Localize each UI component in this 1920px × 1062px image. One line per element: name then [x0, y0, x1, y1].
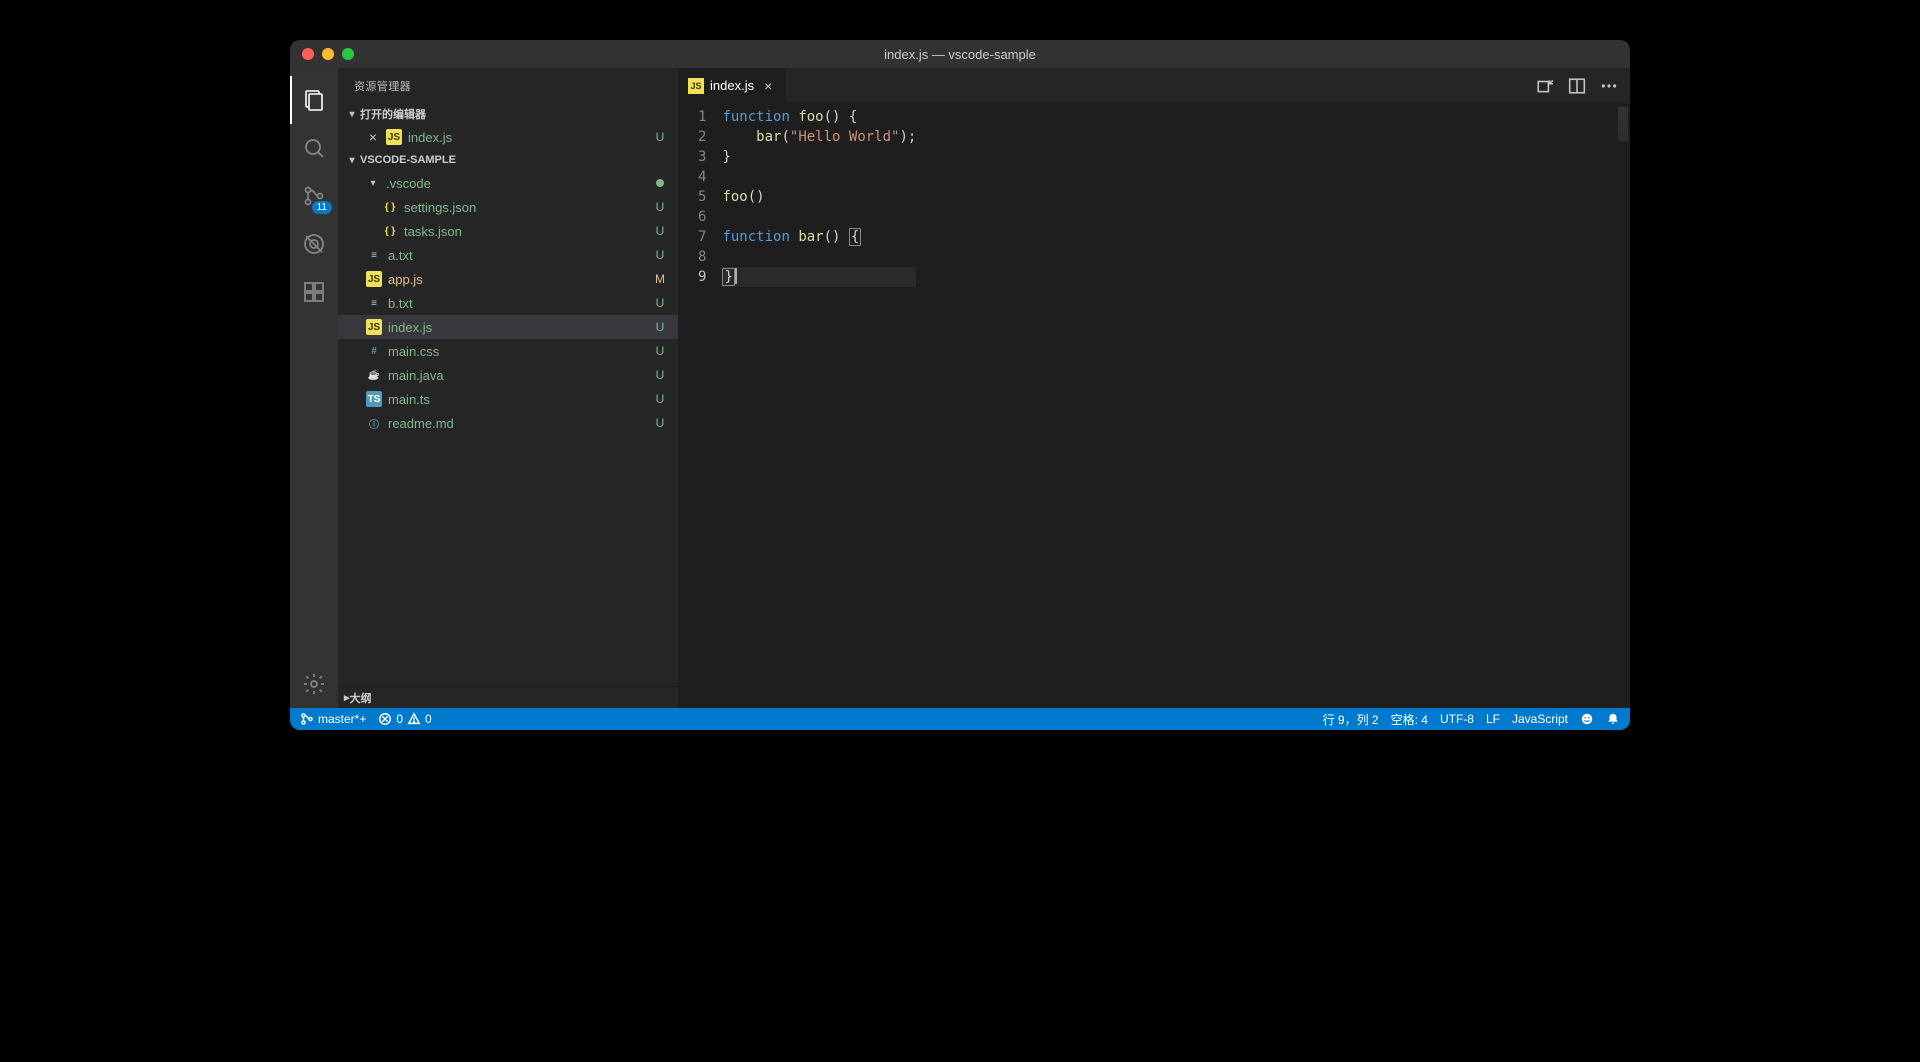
explorer-icon[interactable]: [290, 76, 338, 124]
file-name: .vscode: [386, 176, 648, 191]
open-editor-item[interactable]: × JS index.js U: [338, 125, 678, 149]
close-tab-icon[interactable]: ×: [760, 78, 776, 94]
window-title: index.js — vscode-sample: [290, 47, 1630, 62]
outline-header[interactable]: ▸ 大纲: [338, 686, 678, 708]
file-name: main.css: [388, 344, 648, 359]
notifications-icon[interactable]: [1606, 712, 1620, 726]
debug-icon[interactable]: [290, 220, 338, 268]
git-branch-status[interactable]: master*+: [300, 712, 366, 726]
code-editor[interactable]: 123456789 function foo() { bar("Hello Wo…: [678, 103, 1630, 708]
feedback-icon[interactable]: [1580, 712, 1594, 726]
file-item[interactable]: #main.cssU: [338, 339, 678, 363]
error-count: 0: [396, 712, 403, 726]
git-status: U: [654, 344, 666, 358]
file-item[interactable]: ≡a.txtU: [338, 243, 678, 267]
file-item[interactable]: JSindex.jsU: [338, 315, 678, 339]
folder-item[interactable]: ▾.vscode: [338, 171, 678, 195]
branch-name: master*+: [318, 712, 366, 726]
chevron-down-icon: ▾: [344, 109, 360, 120]
file-item[interactable]: ☕main.javaU: [338, 363, 678, 387]
app-window: index.js — vscode-sample 11: [290, 40, 1630, 730]
open-changes-icon[interactable]: [1536, 77, 1554, 95]
extensions-icon[interactable]: [290, 268, 338, 316]
file-name: tasks.json: [404, 224, 648, 239]
chevron-down-icon: ▾: [344, 155, 360, 166]
git-status: U: [654, 392, 666, 406]
file-name: main.ts: [388, 392, 648, 407]
encoding-status[interactable]: UTF-8: [1440, 712, 1474, 726]
file-name: readme.md: [388, 416, 648, 431]
editor-actions: [1536, 68, 1630, 103]
file-item[interactable]: { }tasks.jsonU: [338, 219, 678, 243]
open-editor-status: U: [654, 130, 666, 144]
sidebar-title: 资源管理器: [338, 68, 678, 103]
settings-gear-icon[interactable]: [290, 660, 338, 708]
open-editors-header[interactable]: ▾ 打开的编辑器: [338, 103, 678, 125]
git-status: U: [654, 296, 666, 310]
minimap[interactable]: [1612, 103, 1630, 708]
git-status: U: [654, 320, 666, 334]
editor-tab[interactable]: JS index.js ×: [678, 68, 787, 103]
git-status: U: [654, 200, 666, 214]
git-status-dot: [654, 176, 666, 190]
source-control-icon[interactable]: 11: [290, 172, 338, 220]
file-name: main.java: [388, 368, 648, 383]
status-bar: master*+ 0 0 行 9，列 2 空格: 4 UTF-8 LF Java…: [290, 708, 1630, 730]
editor-area: JS index.js × 123: [678, 68, 1630, 708]
open-editor-name: index.js: [408, 130, 648, 145]
file-name: a.txt: [388, 248, 648, 263]
split-editor-icon[interactable]: [1568, 77, 1586, 95]
close-editor-icon[interactable]: ×: [366, 129, 380, 145]
git-status: M: [654, 272, 666, 286]
eol-status[interactable]: LF: [1486, 712, 1500, 726]
git-status: U: [654, 416, 666, 430]
outline-label: 大纲: [350, 690, 372, 706]
more-actions-icon[interactable]: [1600, 77, 1618, 95]
file-item[interactable]: ≡b.txtU: [338, 291, 678, 315]
file-name: settings.json: [404, 200, 648, 215]
explorer-sidebar: 资源管理器 ▾ 打开的编辑器 × JS index.js U ▾ VSCODE-…: [338, 68, 678, 708]
file-name: index.js: [388, 320, 648, 335]
problems-status[interactable]: 0 0: [378, 712, 431, 726]
scm-badge: 11: [312, 201, 332, 214]
activity-bar: 11: [290, 68, 338, 708]
code-content[interactable]: function foo() { bar("Hello World");} fo…: [722, 103, 916, 708]
git-status: U: [654, 368, 666, 382]
file-item[interactable]: JSapp.jsM: [338, 267, 678, 291]
git-status: U: [654, 224, 666, 238]
file-item[interactable]: TSmain.tsU: [338, 387, 678, 411]
tab-label: index.js: [710, 78, 754, 93]
project-label: VSCODE-SAMPLE: [360, 154, 456, 166]
language-status[interactable]: JavaScript: [1512, 712, 1568, 726]
indent-status[interactable]: 空格: 4: [1391, 711, 1428, 728]
open-editors-label: 打开的编辑器: [360, 106, 426, 122]
file-name: b.txt: [388, 296, 648, 311]
js-file-icon: JS: [688, 78, 704, 94]
file-item[interactable]: { }settings.jsonU: [338, 195, 678, 219]
editor-tabs: JS index.js ×: [678, 68, 1630, 103]
search-icon[interactable]: [290, 124, 338, 172]
file-name: app.js: [388, 272, 648, 287]
titlebar: index.js — vscode-sample: [290, 40, 1630, 68]
file-tree: ▾.vscode{ }settings.jsonU{ }tasks.jsonU≡…: [338, 171, 678, 435]
git-status: U: [654, 248, 666, 262]
warning-count: 0: [425, 712, 432, 726]
js-file-icon: JS: [386, 129, 402, 145]
file-item[interactable]: ⓘreadme.mdU: [338, 411, 678, 435]
project-header[interactable]: ▾ VSCODE-SAMPLE: [338, 149, 678, 171]
cursor-position[interactable]: 行 9，列 2: [1323, 711, 1379, 728]
line-numbers: 123456789: [678, 103, 722, 708]
